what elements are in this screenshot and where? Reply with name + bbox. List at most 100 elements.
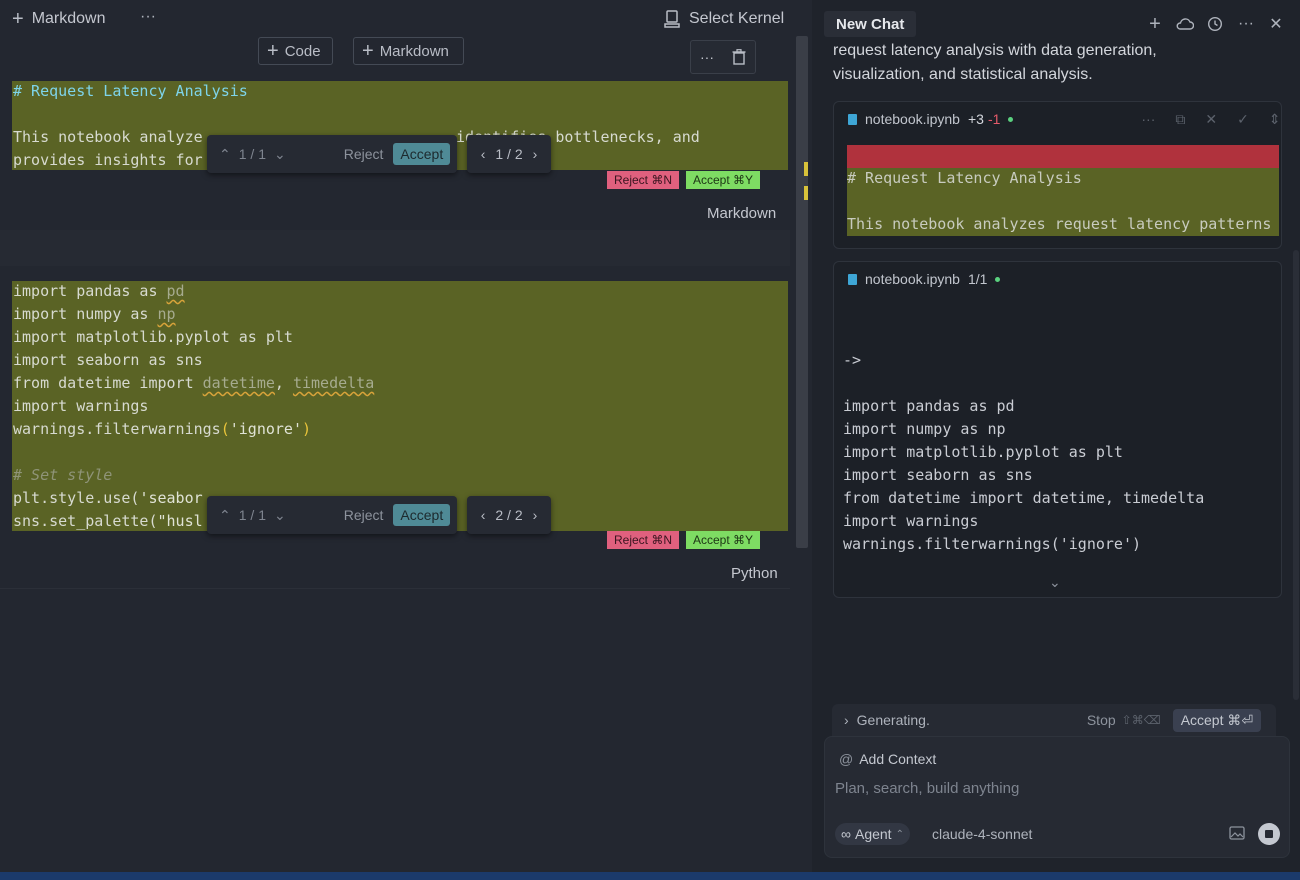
- new-chat-icon[interactable]: +: [1145, 13, 1165, 35]
- code-line: import pandas as pd: [843, 397, 1015, 415]
- accept-button[interactable]: Accept: [393, 143, 451, 165]
- file-diff-card: notebook.ipynb +3 -1 ··· ⧉ ✕ ✓ ⇕ # Reque…: [833, 101, 1282, 249]
- change-navigator: ‹ 1 / 2 ›: [467, 135, 551, 173]
- chevron-down-icon: ⌃: [895, 828, 904, 840]
- stop-shortcut: ⇧⌘⌫: [1121, 713, 1161, 727]
- file-card-header[interactable]: notebook.ipynb 1/1: [834, 262, 1281, 296]
- status-dot: [1008, 116, 1014, 122]
- nav-counter: 1 / 2: [495, 146, 523, 162]
- chevron-up-icon[interactable]: ⌃: [219, 507, 231, 524]
- lines-added: +3: [967, 111, 984, 127]
- accept-all-button[interactable]: Accept ⌘⏎: [1172, 708, 1262, 732]
- status-dot: [995, 276, 1001, 282]
- more-icon[interactable]: ···: [700, 49, 714, 65]
- cell-divider: [0, 588, 790, 589]
- code-button-label: Code: [284, 42, 321, 60]
- chevron-left-icon[interactable]: ‹: [481, 146, 486, 162]
- plus-icon: +: [12, 8, 24, 30]
- diff-arrow: ->: [843, 351, 862, 369]
- file-icon: [848, 273, 857, 285]
- chevron-right-icon[interactable]: ›: [533, 507, 538, 523]
- chevron-left-icon[interactable]: ‹: [481, 507, 486, 523]
- scrollbar[interactable]: [796, 36, 808, 548]
- add-context-button[interactable]: @ Add Context: [839, 749, 936, 769]
- removed-line: [847, 145, 1279, 168]
- reject-button[interactable]: Reject: [344, 507, 384, 523]
- expand-icon[interactable]: ⇕: [1269, 111, 1281, 128]
- cell-divider: [0, 230, 790, 266]
- reject-button[interactable]: Reject: [344, 146, 384, 162]
- code-line: import numpy as np: [843, 420, 1006, 438]
- stop-button[interactable]: Stop: [1087, 712, 1116, 728]
- reject-shortcut-tag[interactable]: Reject ⌘N: [607, 531, 680, 549]
- code-line: import seaborn as sns: [843, 466, 1033, 484]
- reject-shortcut-tag[interactable]: Reject ⌘N: [607, 171, 680, 189]
- accept-button[interactable]: Accept: [393, 504, 451, 526]
- select-kernel-button[interactable]: Select Kernel: [664, 8, 784, 30]
- lines-removed: -1: [987, 111, 1001, 127]
- plus-icon: +: [267, 40, 279, 62]
- chevron-down-icon[interactable]: ⌄: [1049, 574, 1061, 591]
- model-selector[interactable]: claude-4-sonnet: [932, 826, 1032, 842]
- more-options-icon[interactable]: ···: [140, 8, 156, 26]
- markdown-button-label: Markdown: [379, 42, 449, 60]
- generation-status-bar: › Generating. Stop ⇧⌘⌫ Accept ⌘⏎: [832, 704, 1276, 736]
- kernel-icon: [664, 10, 680, 28]
- diff-review-popover: ⌃ 1 / 1 ⌄ Reject Accept: [207, 496, 457, 534]
- chat-title-tab[interactable]: New Chat: [824, 11, 917, 37]
- accept-shortcut-tag[interactable]: Accept ⌘Y: [686, 171, 761, 189]
- change-count: 1/1: [967, 271, 988, 287]
- cloud-icon[interactable]: [1175, 14, 1195, 34]
- cell-language[interactable]: Markdown: [707, 205, 776, 222]
- plus-icon: +: [362, 40, 374, 62]
- history-icon[interactable]: [1205, 14, 1225, 34]
- chat-scrollbar[interactable]: [1293, 250, 1299, 700]
- more-icon[interactable]: ···: [1141, 111, 1155, 127]
- add-markdown-cell-button[interactable]: + Markdown: [353, 37, 464, 65]
- nav-counter: 2 / 2: [495, 507, 523, 523]
- chevron-right-icon[interactable]: ›: [533, 146, 538, 162]
- stop-generation-icon[interactable]: [1258, 823, 1280, 845]
- accept-shortcut-tag[interactable]: Accept ⌘Y: [686, 531, 761, 549]
- notebook-editor: + Markdown ··· Select Kernel + Code + Ma…: [0, 0, 812, 872]
- code-line: import pandas as pd: [13, 282, 185, 300]
- code-line: import seaborn as sns: [13, 351, 203, 369]
- markdown-line: This notebook analyze: [13, 128, 203, 146]
- assistant-message-line: visualization, and statistical analysis.: [833, 66, 1093, 83]
- mode-selector[interactable]: ∞ Agent ⌃: [835, 823, 910, 845]
- image-icon[interactable]: [1229, 826, 1245, 845]
- select-kernel-label: Select Kernel: [689, 10, 785, 27]
- code-line: warnings.filterwarnings('ignore'): [13, 420, 312, 438]
- file-card-header[interactable]: notebook.ipynb +3 -1 ··· ⧉ ✕ ✓ ⇕: [834, 102, 1281, 136]
- add-markdown-tab[interactable]: + Markdown: [12, 8, 106, 30]
- accept-icon[interactable]: ✓: [1237, 111, 1249, 128]
- trash-icon[interactable]: [732, 49, 746, 65]
- cell-language[interactable]: Python: [731, 565, 778, 582]
- more-icon[interactable]: ···: [1236, 14, 1256, 34]
- code-line: warnings.filterwarnings('ignore'): [843, 535, 1142, 553]
- add-markdown-label: Markdown: [31, 10, 106, 27]
- chevron-up-icon[interactable]: ⌃: [219, 146, 231, 163]
- chevron-right-icon[interactable]: ›: [844, 712, 849, 728]
- code-line: import warnings: [843, 512, 979, 530]
- code-line: import matplotlib.pyplot as plt: [13, 328, 293, 346]
- code-line: from datetime import datetime, timedelta: [13, 374, 375, 392]
- status-text: Generating.: [856, 712, 930, 728]
- chat-input[interactable]: Plan, search, build anything: [835, 780, 1275, 800]
- code-line: from datetime import datetime, timedelta: [843, 489, 1205, 507]
- chevron-down-icon[interactable]: ⌄: [274, 146, 286, 163]
- file-name: notebook.ipynb: [865, 271, 960, 287]
- mode-label: Agent: [854, 826, 892, 842]
- close-icon[interactable]: ✕: [1266, 14, 1286, 34]
- reject-icon[interactable]: ✕: [1205, 111, 1217, 128]
- chat-input-box: @ Add Context Plan, search, build anythi…: [824, 736, 1290, 858]
- diff-counter: 1 / 1: [238, 146, 266, 162]
- chat-panel: New Chat + ··· ✕ request latency analysi…: [812, 0, 1300, 872]
- chevron-down-icon[interactable]: ⌄: [274, 507, 286, 524]
- at-icon: @: [839, 751, 854, 767]
- copy-icon[interactable]: ⧉: [1175, 111, 1185, 128]
- assistant-message-line: request latency analysis with data gener…: [833, 42, 1157, 59]
- markdown-heading: # Request Latency Analysis: [13, 82, 248, 100]
- code-line: sns.set_palette("husl: [13, 512, 203, 530]
- add-code-cell-button[interactable]: + Code: [258, 37, 333, 65]
